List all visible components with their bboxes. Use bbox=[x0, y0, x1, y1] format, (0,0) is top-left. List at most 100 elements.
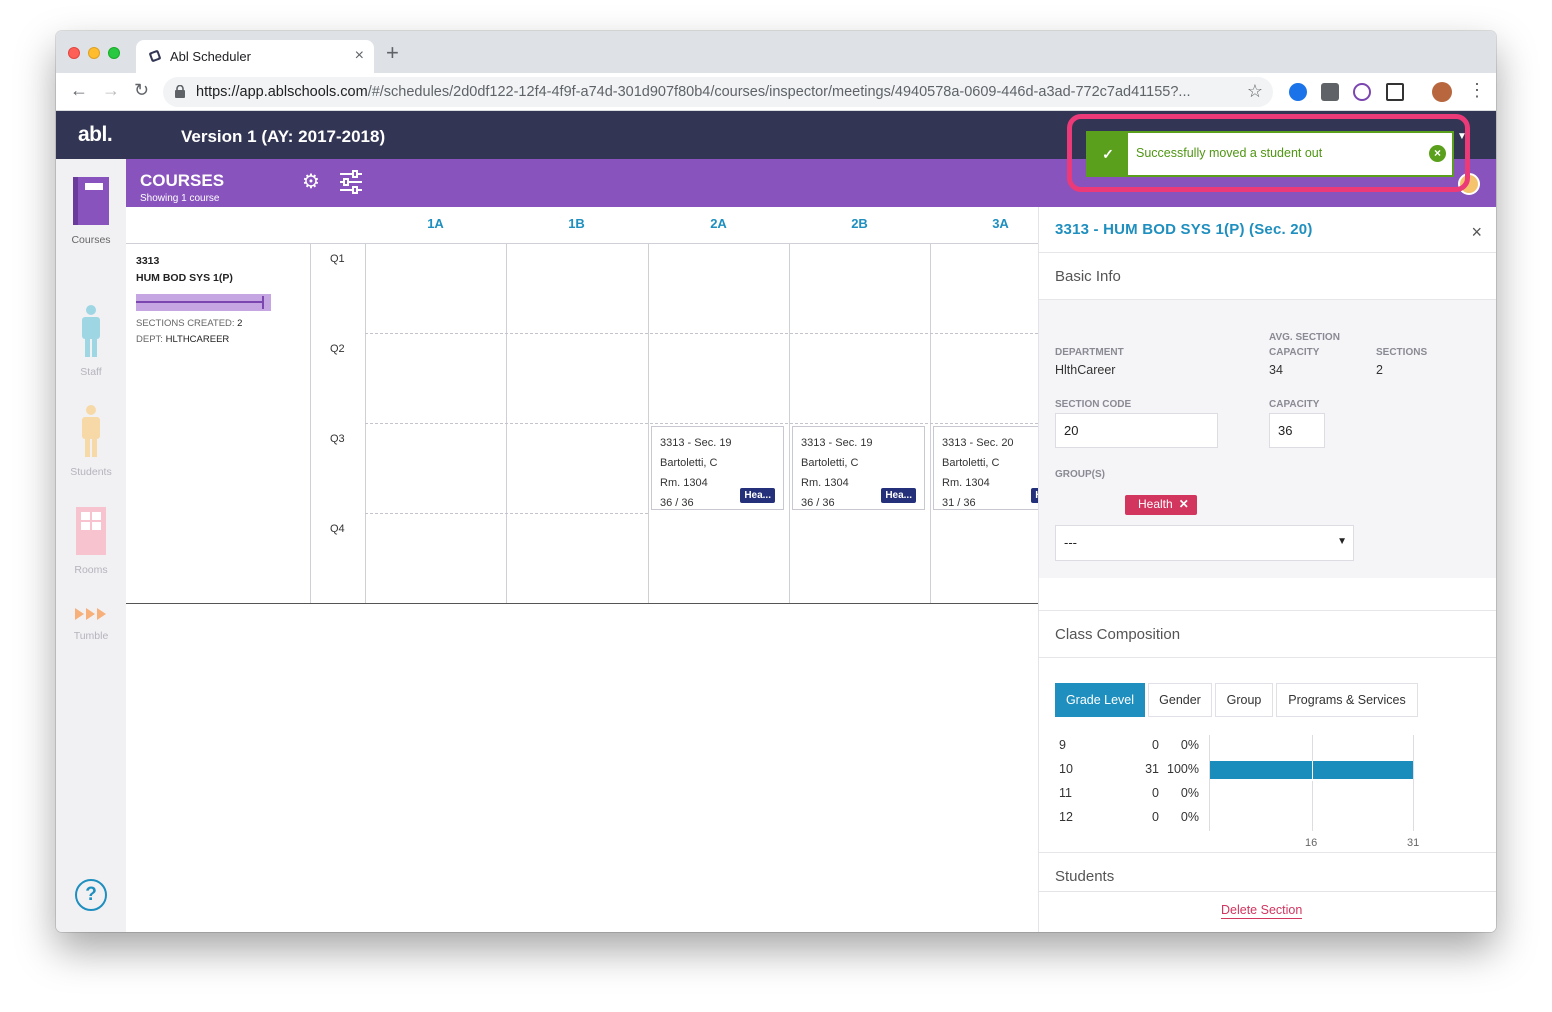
tab-bar: Abl Scheduler × + bbox=[56, 31, 1496, 73]
capacity-input[interactable]: 36 bbox=[1269, 413, 1325, 448]
url-text[interactable]: https://app.ablschools.com/#/schedules/2… bbox=[196, 84, 1236, 100]
sections-created-value: 2 bbox=[237, 318, 243, 329]
back-icon[interactable]: ← bbox=[70, 81, 88, 99]
rail-item-staff[interactable]: Staff bbox=[56, 305, 126, 378]
extension-hubspot-icon[interactable] bbox=[1321, 83, 1339, 101]
tab-gender[interactable]: Gender bbox=[1148, 683, 1212, 717]
omnibox[interactable]: https://app.ablschools.com/#/schedules/2… bbox=[163, 77, 1273, 107]
extension-target-icon[interactable] bbox=[1353, 83, 1371, 101]
user-menu-caret-icon[interactable]: ▼ bbox=[1457, 131, 1467, 142]
close-window-button[interactable] bbox=[68, 47, 80, 59]
sections-label: SECTIONS bbox=[1376, 347, 1428, 358]
section-group-tag: Hea... bbox=[740, 488, 775, 503]
column-header-2b: 2B bbox=[851, 216, 868, 231]
rail-item-rooms[interactable]: Rooms bbox=[56, 507, 126, 576]
rail-item-courses[interactable]: Courses bbox=[56, 177, 126, 246]
section-code-label: SECTION CODE bbox=[1055, 399, 1132, 410]
section-code-input[interactable]: 20 bbox=[1055, 413, 1218, 448]
rooms-icon bbox=[76, 507, 106, 555]
bookmark-star-icon[interactable]: ☆ bbox=[1247, 81, 1263, 102]
course-name[interactable]: HUM BOD SYS 1(P) bbox=[136, 272, 233, 284]
minimize-window-button[interactable] bbox=[88, 47, 100, 59]
grade-level-row: 9 0 0% bbox=[1059, 736, 1439, 756]
tab-programs-services[interactable]: Programs & Services bbox=[1276, 683, 1418, 717]
new-tab-button[interactable]: + bbox=[386, 42, 399, 64]
course-code[interactable]: 3313 bbox=[136, 255, 159, 267]
students-title: Students bbox=[1055, 868, 1115, 885]
section-title: 3313 - Sec. 20 bbox=[942, 437, 1014, 449]
quarter-divider bbox=[365, 423, 1038, 424]
section-enrollment: 31 / 36 bbox=[942, 497, 976, 509]
tab-grade-level[interactable]: Grade Level bbox=[1055, 683, 1145, 717]
inspector-footer: Delete Section bbox=[1039, 891, 1496, 932]
rail-item-students[interactable]: Students bbox=[56, 405, 126, 478]
filter-sliders-icon[interactable] bbox=[339, 170, 363, 194]
grade-level-row: 11 0 0% bbox=[1059, 784, 1439, 804]
extension-video-icon[interactable] bbox=[1289, 83, 1307, 101]
toast-message: Successfully moved a student out bbox=[1136, 146, 1323, 160]
browser-menu-icon[interactable]: ⋮ bbox=[1468, 81, 1486, 99]
rail-label-courses: Courses bbox=[71, 234, 111, 246]
tab-close-icon[interactable]: × bbox=[355, 47, 364, 65]
grid-bottom-divider bbox=[126, 603, 1038, 604]
section-teacher: Bartoletti, C bbox=[660, 457, 718, 469]
rail-item-tumble[interactable]: Tumble bbox=[56, 607, 126, 642]
extension-screenshot-icon[interactable] bbox=[1386, 83, 1404, 101]
grade-level-row: 12 0 0% bbox=[1059, 808, 1439, 828]
column-header-3a: 3A bbox=[992, 216, 1009, 231]
grid-header-divider bbox=[126, 243, 1038, 244]
grid-divider bbox=[310, 244, 311, 603]
remove-group-icon[interactable]: ✕ bbox=[1179, 497, 1189, 511]
class-composition-header[interactable]: Class Composition bbox=[1039, 610, 1496, 658]
chevron-down-icon: ▼ bbox=[1337, 536, 1347, 547]
basic-info-header[interactable]: Basic Info bbox=[1039, 252, 1496, 300]
quarter-label-q4: Q4 bbox=[330, 523, 345, 535]
browser-tab[interactable]: Abl Scheduler × bbox=[136, 40, 374, 73]
grade-label: 11 bbox=[1059, 786, 1072, 800]
profile-avatar-icon[interactable] bbox=[1432, 82, 1452, 102]
browser-window: Abl Scheduler × + ← → ↻ https://app.abls… bbox=[56, 31, 1496, 932]
courses-icon bbox=[73, 177, 109, 225]
courses-subtitle: Showing 1 course bbox=[140, 193, 220, 204]
forward-icon[interactable]: → bbox=[102, 81, 120, 99]
bar-gap bbox=[1312, 761, 1313, 781]
section-inspector: 3313 - HUM BOD SYS 1(P) (Sec. 20) × Basi… bbox=[1038, 207, 1496, 932]
help-button[interactable]: ? bbox=[75, 879, 107, 911]
axis-tick-label: 31 bbox=[1407, 837, 1420, 849]
section-card[interactable]: 3313 - Sec. 19 Bartoletti, C Rm. 1304 36… bbox=[651, 426, 784, 510]
group-select[interactable]: --- ▼ bbox=[1055, 525, 1354, 561]
tab-group[interactable]: Group bbox=[1215, 683, 1273, 717]
course-dept: DEPT: HLTHCAREER bbox=[136, 334, 229, 345]
quarter-divider bbox=[365, 513, 648, 514]
section-group-tag: He bbox=[1031, 488, 1038, 503]
grade-count: 0 bbox=[1152, 738, 1159, 752]
grade-label: 9 bbox=[1059, 738, 1066, 752]
group-chip-label: Health bbox=[1138, 497, 1173, 511]
avg-capacity-label: AVG. SECTION CAPACITY bbox=[1269, 330, 1340, 360]
abl-favicon-icon bbox=[149, 50, 161, 62]
section-card[interactable]: 3313 - Sec. 19 Bartoletti, C Rm. 1304 36… bbox=[792, 426, 925, 510]
delete-section-button[interactable]: Delete Section bbox=[1221, 903, 1303, 919]
quarter-divider bbox=[365, 333, 1038, 334]
axis-tick-label: 16 bbox=[1305, 837, 1318, 849]
rail-label-rooms: Rooms bbox=[74, 564, 108, 576]
course-dept-label: DEPT: bbox=[136, 334, 163, 345]
groups-label: GROUP(S) bbox=[1055, 469, 1105, 480]
grade-count: 31 bbox=[1145, 762, 1159, 776]
section-card-selected[interactable]: 3313 - Sec. 20 Bartoletti, C Rm. 1304 31… bbox=[933, 426, 1038, 510]
avg-capacity-label-line1: AVG. SECTION bbox=[1269, 332, 1340, 343]
abl-logo[interactable]: abl. bbox=[78, 123, 113, 147]
grade-percent: 100% bbox=[1167, 762, 1199, 776]
avg-capacity-value: 34 bbox=[1269, 363, 1283, 377]
grade-label: 12 bbox=[1059, 810, 1073, 824]
close-icon[interactable]: × bbox=[1471, 223, 1482, 241]
gear-icon[interactable]: ⚙ bbox=[302, 169, 320, 194]
column-header-2a: 2A bbox=[710, 216, 727, 231]
schedule-version-title[interactable]: Version 1 (AY: 2017-2018) bbox=[181, 127, 385, 147]
reload-icon[interactable]: ↻ bbox=[134, 81, 149, 99]
maximize-window-button[interactable] bbox=[108, 47, 120, 59]
grade-percent: 0% bbox=[1180, 786, 1199, 800]
group-chip-health[interactable]: Health ✕ bbox=[1125, 495, 1197, 515]
class-composition-title: Class Composition bbox=[1055, 626, 1181, 643]
toast-close-icon[interactable]: × bbox=[1429, 145, 1446, 162]
